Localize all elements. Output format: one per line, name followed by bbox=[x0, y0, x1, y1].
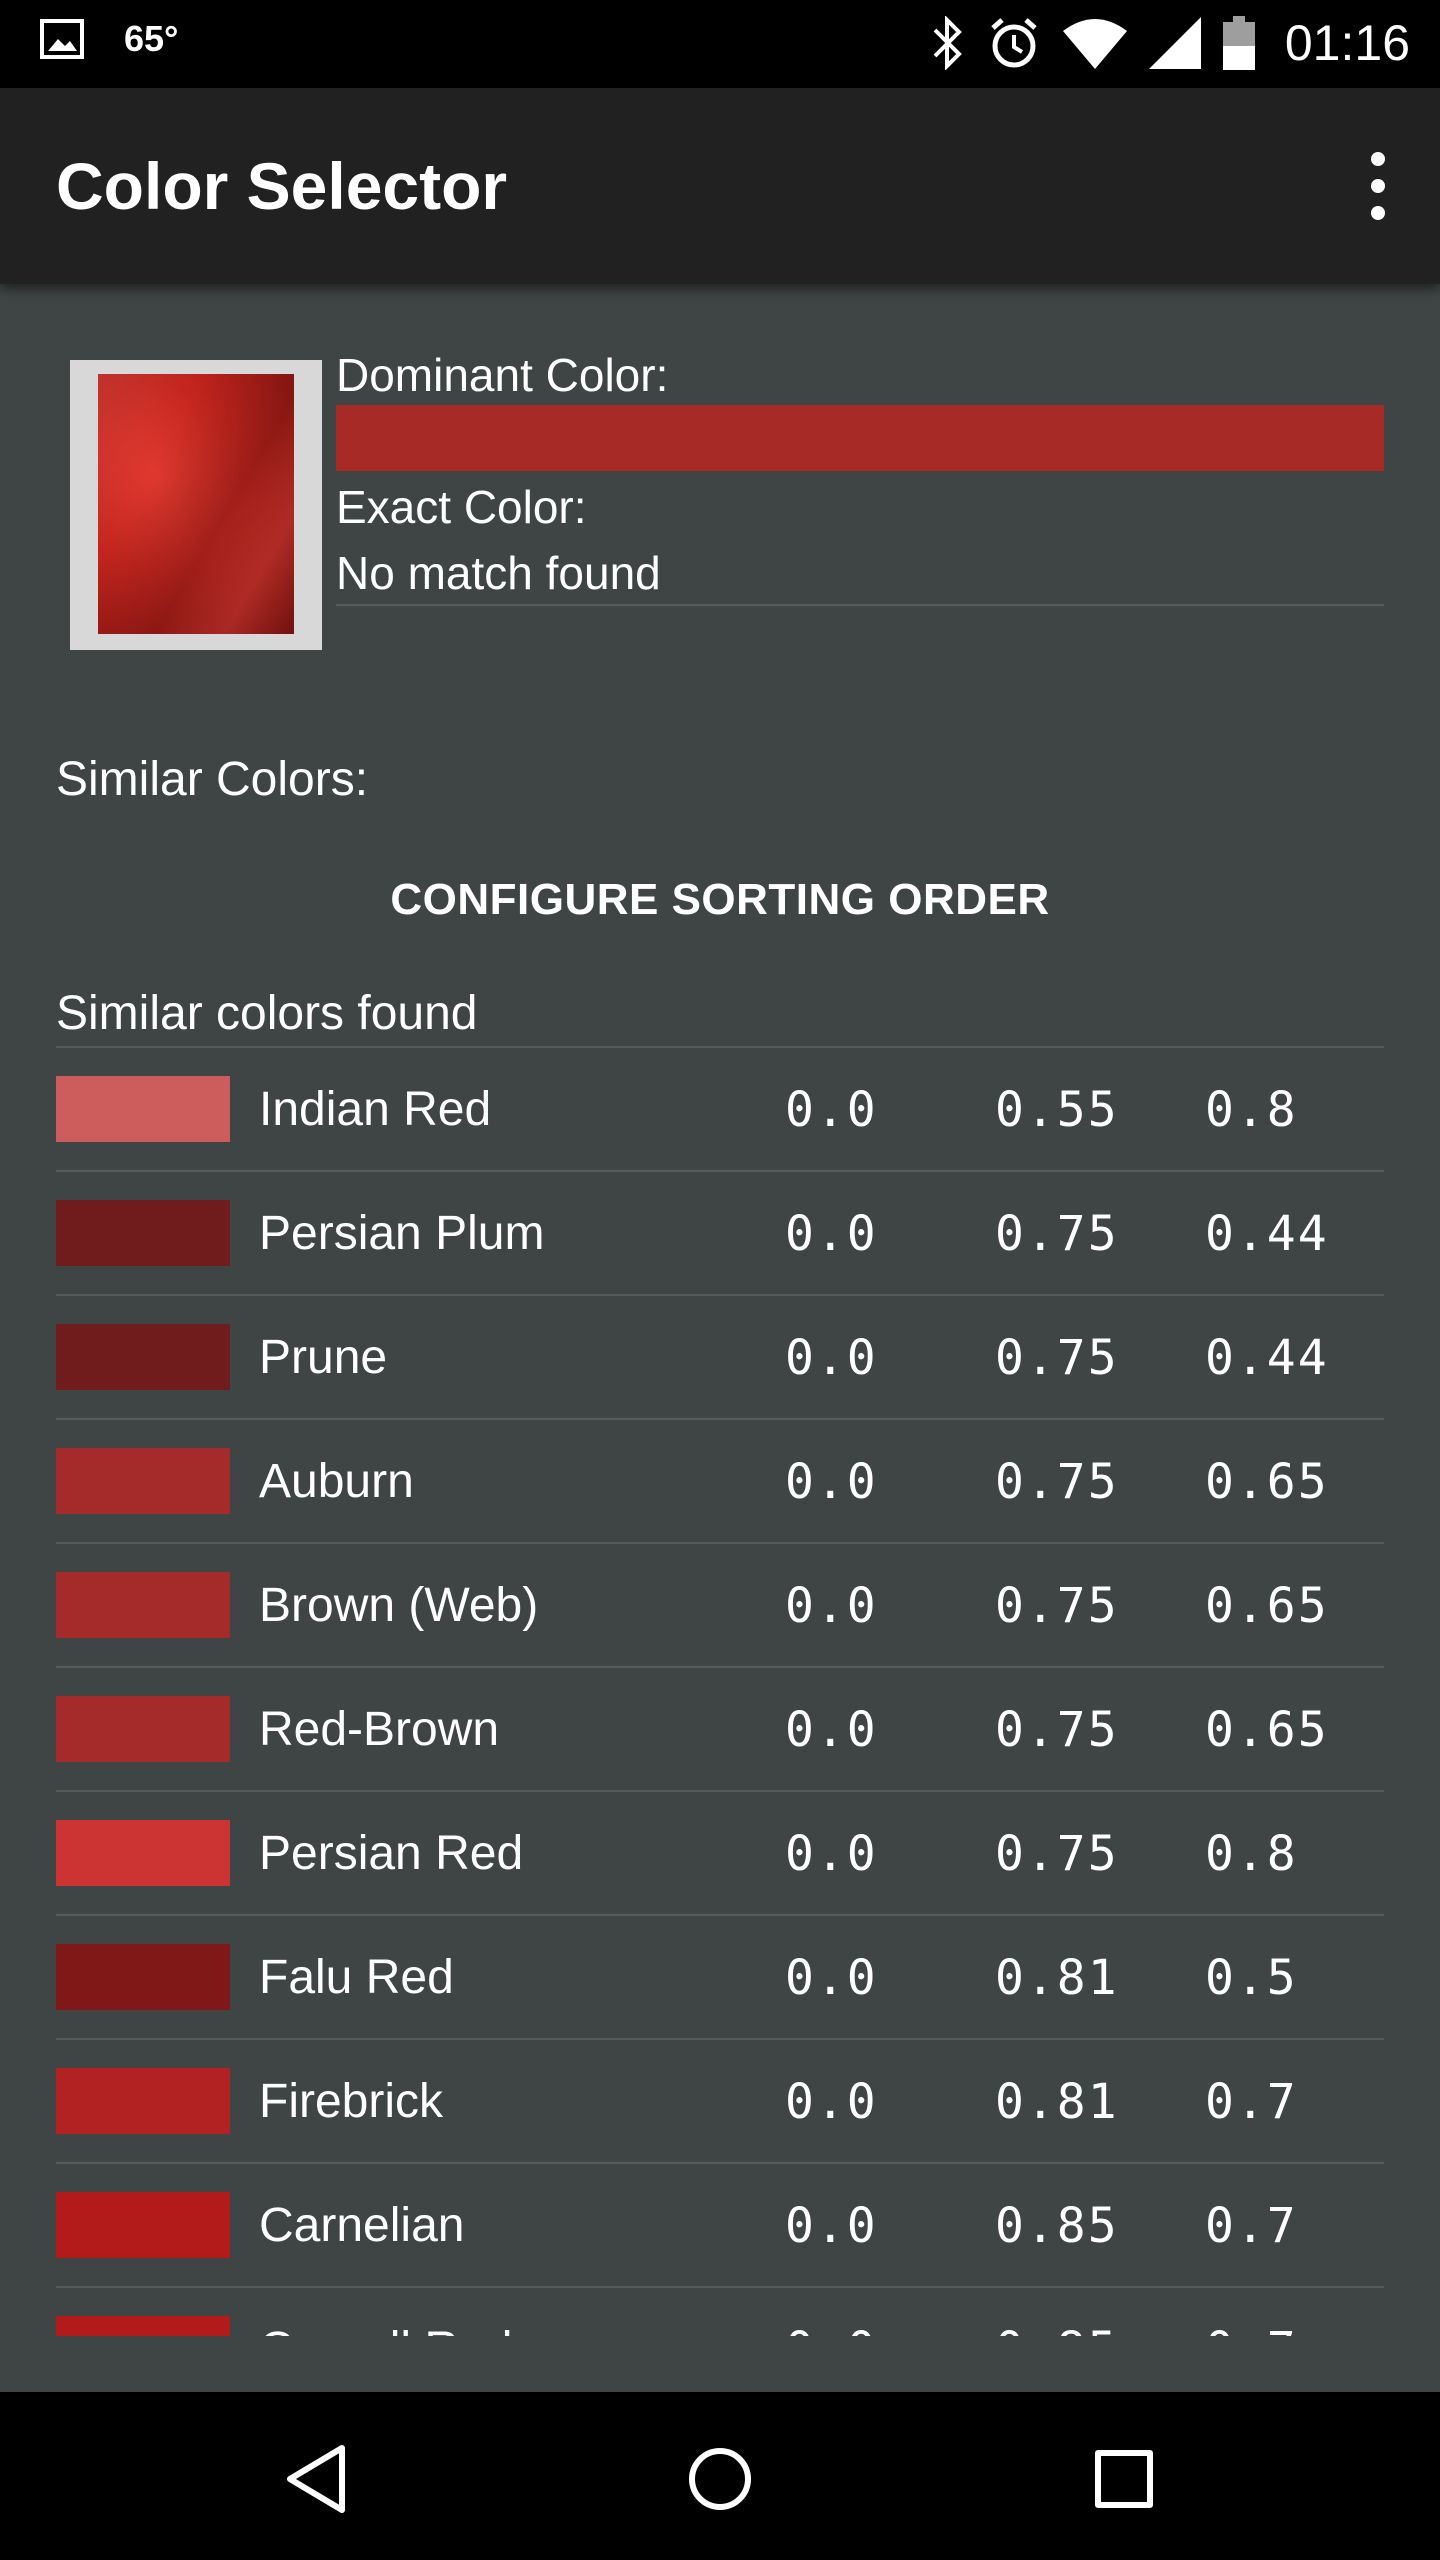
color-name: Cornell Red bbox=[259, 2322, 512, 2336]
color-value-3: 0.8 bbox=[1205, 1826, 1298, 1882]
color-list-item[interactable]: Falu Red 0.0 0.81 0.5 bbox=[56, 1914, 1384, 2038]
color-value-2: 0.75 bbox=[995, 1454, 1119, 1510]
color-name: Brown (Web) bbox=[259, 1579, 539, 1632]
similar-colors-heading: Similar Colors: bbox=[56, 753, 369, 806]
color-value-1: 0.0 bbox=[785, 1950, 878, 2006]
color-swatch bbox=[56, 1448, 230, 1514]
color-value-3: 0.65 bbox=[1205, 1454, 1329, 1510]
color-list-item[interactable]: Prune 0.0 0.75 0.44 bbox=[56, 1294, 1384, 1418]
color-name: Carnelian bbox=[259, 2199, 465, 2252]
color-swatch bbox=[56, 1944, 230, 2010]
app-bar: Color Selector bbox=[0, 88, 1440, 284]
battery-icon bbox=[1222, 16, 1255, 70]
color-list-item[interactable]: Persian Red 0.0 0.75 0.8 bbox=[56, 1790, 1384, 1914]
color-name: Firebrick bbox=[259, 2075, 444, 2128]
color-value-3: 0.44 bbox=[1205, 1330, 1329, 1386]
color-name: Indian Red bbox=[259, 1083, 492, 1136]
color-swatch bbox=[56, 1200, 230, 1266]
color-value-3: 0.7 bbox=[1205, 2322, 1298, 2336]
color-list-item[interactable]: Cornell Red 0.0 0.85 0.7 bbox=[56, 2286, 1384, 2336]
configure-sorting-order-button[interactable]: CONFIGURE SORTING ORDER bbox=[56, 862, 1384, 938]
image-notification-icon bbox=[40, 19, 84, 59]
color-value-3: 0.7 bbox=[1205, 2198, 1298, 2254]
color-swatch bbox=[56, 2316, 230, 2336]
color-list-item[interactable]: Persian Plum 0.0 0.75 0.44 bbox=[56, 1170, 1384, 1294]
color-swatch bbox=[56, 1696, 230, 1762]
color-name: Red-Brown bbox=[259, 1703, 500, 1756]
fabric-photo bbox=[98, 374, 294, 634]
color-value-3: 0.5 bbox=[1205, 1950, 1298, 2006]
color-swatch bbox=[56, 1076, 230, 1142]
color-value-2: 0.75 bbox=[995, 1330, 1119, 1386]
cell-signal-icon bbox=[1148, 17, 1201, 69]
recents-icon[interactable] bbox=[1079, 2434, 1169, 2524]
color-value-2: 0.55 bbox=[995, 1082, 1119, 1138]
color-swatch bbox=[56, 1820, 230, 1886]
status-bar: 65° 01:16 bbox=[0, 0, 1440, 88]
color-value-2: 0.75 bbox=[995, 1826, 1119, 1882]
color-swatch bbox=[56, 2192, 230, 2258]
color-name: Prune bbox=[259, 1331, 388, 1384]
color-value-2: 0.75 bbox=[995, 1702, 1119, 1758]
wifi-icon bbox=[1062, 17, 1127, 69]
alarm-icon bbox=[987, 16, 1041, 70]
exact-color-value: No match found bbox=[336, 547, 661, 599]
similar-colors-list[interactable]: Indian Red 0.0 0.55 0.8 Persian Plum 0.0 0.75 0… bbox=[56, 1046, 1384, 2336]
color-value-2: 0.81 bbox=[995, 1950, 1119, 2006]
color-value-3: 0.44 bbox=[1205, 1206, 1329, 1262]
color-value-1: 0.0 bbox=[785, 1578, 878, 1634]
color-name: Falu Red bbox=[259, 1951, 454, 2004]
color-list-item[interactable]: Carnelian 0.0 0.85 0.7 bbox=[56, 2162, 1384, 2286]
color-name: Persian Red bbox=[259, 1827, 524, 1880]
temperature-text: 65° bbox=[124, 18, 179, 59]
color-swatch bbox=[56, 2068, 230, 2134]
color-swatch bbox=[56, 1324, 230, 1390]
color-value-1: 0.0 bbox=[785, 1454, 878, 1510]
color-name: Persian Plum bbox=[259, 1207, 545, 1260]
color-value-1: 0.0 bbox=[785, 1206, 878, 1262]
header-divider bbox=[336, 604, 1384, 606]
color-value-3: 0.8 bbox=[1205, 1082, 1298, 1138]
similar-colors-found-label: Similar colors found bbox=[56, 987, 478, 1040]
back-icon[interactable] bbox=[271, 2434, 361, 2524]
selected-image-thumbnail[interactable] bbox=[70, 360, 322, 650]
color-value-2: 0.75 bbox=[995, 1578, 1119, 1634]
color-list-item[interactable]: Indian Red 0.0 0.55 0.8 bbox=[56, 1046, 1384, 1170]
color-value-2: 0.81 bbox=[995, 2074, 1119, 2130]
color-swatch bbox=[56, 1572, 230, 1638]
color-list-item[interactable]: Red-Brown 0.0 0.75 0.65 bbox=[56, 1666, 1384, 1790]
color-list-item[interactable]: Auburn 0.0 0.75 0.65 bbox=[56, 1418, 1384, 1542]
color-list-item[interactable]: Firebrick 0.0 0.81 0.7 bbox=[56, 2038, 1384, 2162]
color-value-2: 0.85 bbox=[995, 2322, 1119, 2336]
color-value-1: 0.0 bbox=[785, 1826, 878, 1882]
dominant-color-label: Dominant Color: bbox=[336, 349, 669, 401]
color-value-2: 0.75 bbox=[995, 1206, 1119, 1262]
color-value-1: 0.0 bbox=[785, 2198, 878, 2254]
color-value-1: 0.0 bbox=[785, 2322, 878, 2336]
clock-time: 01:16 bbox=[1284, 15, 1410, 71]
color-value-1: 0.0 bbox=[785, 2074, 878, 2130]
color-value-1: 0.0 bbox=[785, 1330, 878, 1386]
color-name: Auburn bbox=[259, 1455, 414, 1508]
color-value-2: 0.85 bbox=[995, 2198, 1119, 2254]
color-value-3: 0.65 bbox=[1205, 1702, 1329, 1758]
navigation-bar bbox=[0, 2392, 1440, 2560]
exact-color-label: Exact Color: bbox=[336, 481, 587, 533]
bluetooth-icon bbox=[931, 16, 965, 70]
color-value-1: 0.0 bbox=[785, 1082, 878, 1138]
color-value-3: 0.65 bbox=[1205, 1578, 1329, 1634]
home-icon[interactable] bbox=[675, 2434, 765, 2524]
color-value-1: 0.0 bbox=[785, 1702, 878, 1758]
dominant-color-swatch bbox=[336, 405, 1384, 471]
color-list-item[interactable]: Brown (Web) 0.0 0.75 0.65 bbox=[56, 1542, 1384, 1666]
overflow-menu-icon[interactable] bbox=[1354, 152, 1402, 220]
color-value-3: 0.7 bbox=[1205, 2074, 1298, 2130]
app-title: Color Selector bbox=[56, 149, 508, 223]
